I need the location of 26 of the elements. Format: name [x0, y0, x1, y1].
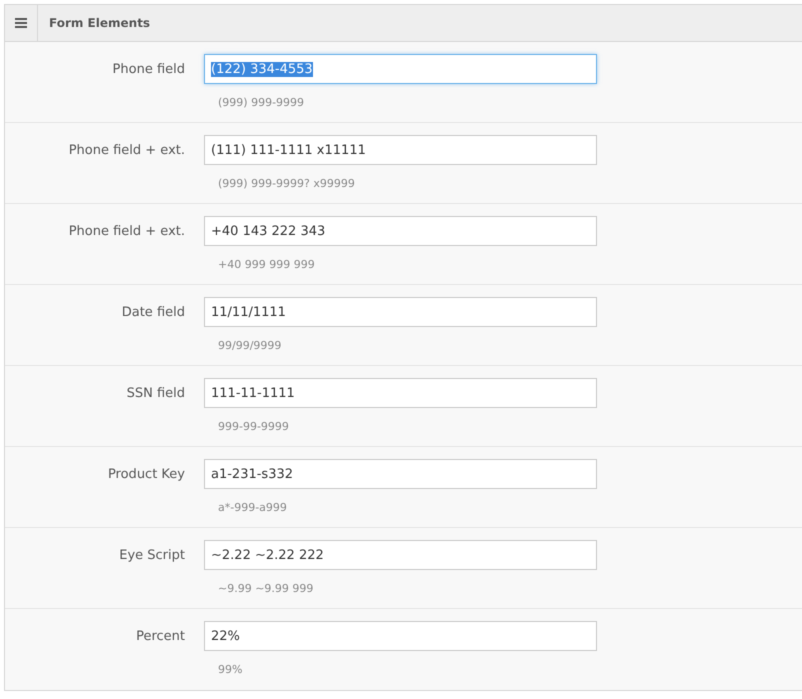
input-field[interactable]: ~2.22 ~2.22 222 — [204, 540, 597, 570]
field-label: Phone field + ext. — [68, 142, 185, 158]
mask-hint: 99/99/9999 — [217, 338, 282, 354]
mask-hint: 999-99-9999 — [217, 419, 290, 435]
input-field[interactable]: 22% — [204, 621, 597, 651]
mask-hint: 99% — [217, 662, 244, 678]
input-field[interactable]: 111-11-1111 — [204, 378, 597, 408]
menu-icon[interactable] — [15, 18, 27, 28]
mask-hint: ~9.99 ~9.99 999 — [217, 581, 314, 597]
mask-hint: (999) 999-9999 — [217, 95, 306, 111]
input-field[interactable]: 11/11/1111 — [204, 297, 597, 327]
field-label: SSN field — [126, 386, 185, 400]
field-label: Phone field — [112, 62, 185, 76]
mask-hint: +40 999 999 999 — [217, 257, 316, 273]
field-label: Eye Script — [118, 548, 185, 562]
input-field[interactable]: a1-231-s332 — [204, 459, 597, 489]
field-label: Product Key — [106, 466, 185, 482]
field-label: Percent — [135, 628, 185, 644]
panel-title: Form Elements — [48, 15, 150, 32]
mask-hint: a*-999-a999 — [217, 500, 288, 516]
input-field[interactable]: +40 143 222 343 — [204, 216, 597, 246]
field-label: Phone field + ext. — [68, 224, 185, 238]
mask-hint: (999) 999-9999? x99999 — [217, 176, 356, 192]
field-label: Date field — [120, 304, 185, 320]
input-field[interactable]: (111) 111-1111 x11111 — [204, 135, 597, 165]
input-field[interactable]: (122) 334-4553 — [204, 54, 597, 84]
